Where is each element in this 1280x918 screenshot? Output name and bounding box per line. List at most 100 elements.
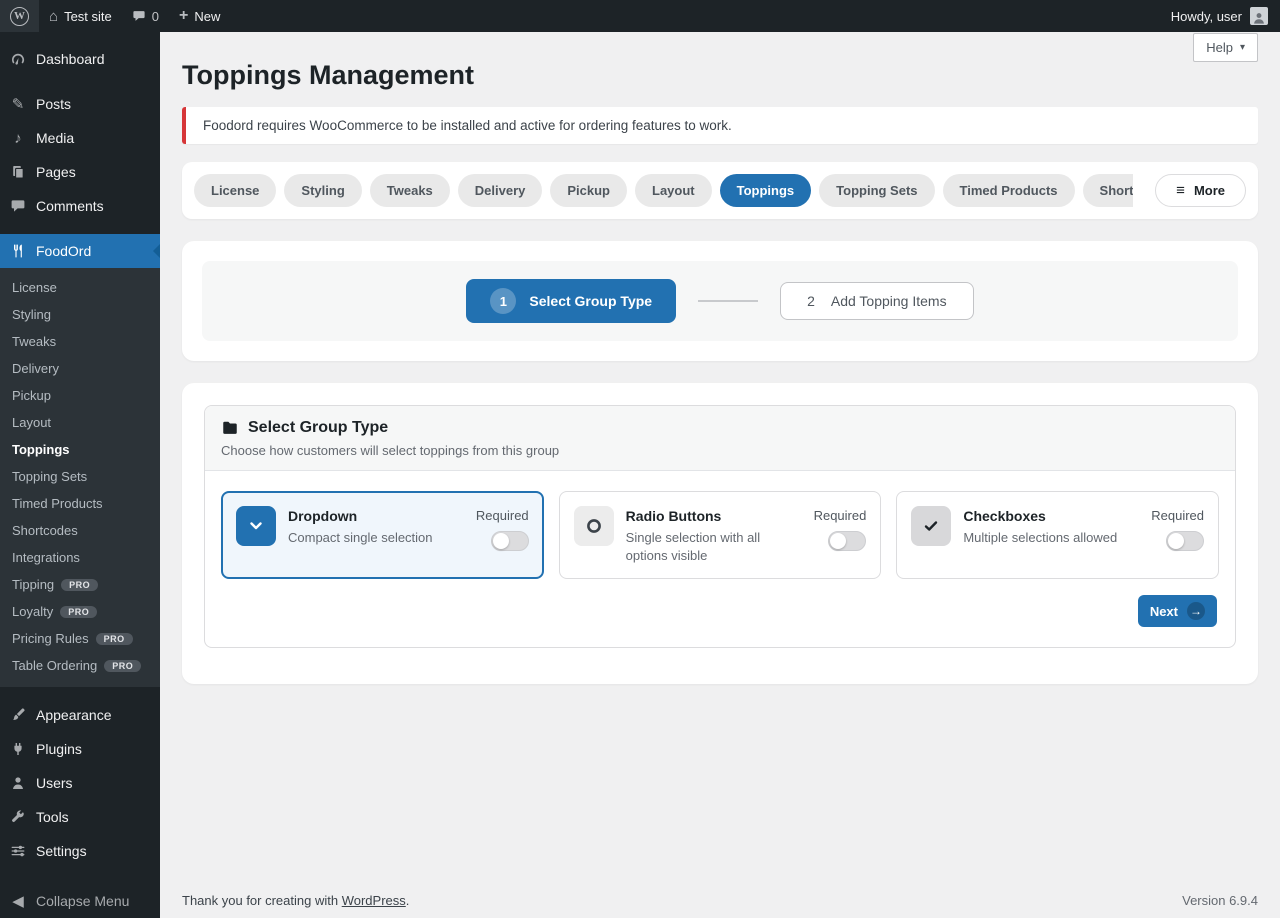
step-select-group-type[interactable]: 1 Select Group Type (466, 279, 676, 323)
submenu-item-tweaks[interactable]: Tweaks (0, 328, 160, 355)
wordpress-link[interactable]: WordPress (342, 893, 406, 908)
sidebar-item-dashboard[interactable]: Dashboard (0, 42, 160, 76)
sidebar-item-label: Tools (36, 809, 69, 825)
option-dropdown[interactable]: Dropdown Compact single selection Requir… (221, 491, 544, 579)
dropdown-chevron-icon (236, 506, 276, 546)
radio-circle-icon (574, 506, 614, 546)
next-button[interactable]: Next → (1138, 595, 1217, 627)
required-label: Required (476, 508, 529, 523)
submenu-item-toppings[interactable]: Toppings (0, 436, 160, 463)
tab-tweaks[interactable]: Tweaks (370, 174, 450, 207)
tab-layout[interactable]: Layout (635, 174, 712, 207)
sidebar-item-pages[interactable]: Pages (0, 155, 160, 189)
tab-toppings[interactable]: Toppings (720, 174, 812, 207)
submenu-item-pricing-rules[interactable]: Pricing RulesPRO (0, 625, 160, 652)
plugins-icon (8, 741, 28, 757)
submenu-item-table-ordering[interactable]: Table OrderingPRO (0, 652, 160, 679)
arrow-right-icon: → (1187, 602, 1205, 620)
sidebar-item-settings[interactable]: Settings (0, 834, 160, 868)
tab-topping-sets[interactable]: Topping Sets (819, 174, 934, 207)
submenu-item-delivery[interactable]: Delivery (0, 355, 160, 382)
option-description: Compact single selection (288, 529, 464, 547)
howdy-label: Howdy, user (1171, 9, 1242, 24)
submenu-item-timed-products[interactable]: Timed Products (0, 490, 160, 517)
option-radio-buttons[interactable]: Radio Buttons Single selection with all … (559, 491, 882, 579)
next-label: Next (1150, 604, 1178, 619)
tools-icon (8, 809, 28, 825)
sidebar-item-label: Pages (36, 164, 76, 180)
sidebar-item-foodord[interactable]: FoodOrd (0, 234, 160, 268)
sidebar-item-label: FoodOrd (36, 243, 91, 259)
site-name-link[interactable]: ⌂ Test site (39, 0, 122, 32)
tab-license[interactable]: License (194, 174, 276, 207)
step-connector (698, 300, 758, 302)
sidebar-item-label: Plugins (36, 741, 82, 757)
sidebar-item-comments[interactable]: Comments (0, 189, 160, 223)
submenu-item-loyalty[interactable]: LoyaltyPRO (0, 598, 160, 625)
submenu-item-tipping[interactable]: TippingPRO (0, 571, 160, 598)
wordpress-menu-button[interactable]: W (0, 0, 39, 32)
version-label: Version 6.9.4 (1182, 893, 1258, 908)
pro-badge: PRO (96, 633, 133, 645)
submenu-item-integrations[interactable]: Integrations (0, 544, 160, 571)
group-type-card: Select Group Type Choose how customers w… (182, 383, 1258, 684)
option-description: Multiple selections allowed (963, 529, 1139, 547)
section-header: Select Group Type Choose how customers w… (205, 406, 1235, 471)
option-title: Checkboxes (963, 508, 1139, 524)
sidebar-item-plugins[interactable]: Plugins (0, 732, 160, 766)
sidebar-item-appearance[interactable]: Appearance (0, 698, 160, 732)
pro-badge: PRO (60, 606, 97, 618)
posts-icon: ✎ (8, 97, 28, 112)
sidebar-item-posts[interactable]: ✎ Posts (0, 87, 160, 121)
step-add-topping-items[interactable]: 2 Add Topping Items (780, 282, 974, 320)
required-toggle[interactable] (1166, 531, 1204, 551)
notice-text: Foodord requires WooCommerce to be insta… (203, 118, 732, 133)
option-description: Single selection with all options visibl… (626, 529, 802, 564)
tab-timed-products[interactable]: Timed Products (943, 174, 1075, 207)
submenu-item-pickup[interactable]: Pickup (0, 382, 160, 409)
foodord-icon (8, 243, 28, 259)
sidebar-item-tools[interactable]: Tools (0, 800, 160, 834)
sidebar-item-label: Appearance (36, 707, 112, 723)
plus-icon: + (179, 8, 188, 24)
sidebar-item-label: Settings (36, 843, 87, 859)
hamburger-icon: ≡ (1176, 183, 1185, 198)
new-content-button[interactable]: + New (169, 0, 230, 32)
tab-pickup[interactable]: Pickup (550, 174, 627, 207)
foodord-submenu: License Styling Tweaks Delivery Pickup L… (0, 268, 160, 687)
option-title: Radio Buttons (626, 508, 802, 524)
section-subtitle: Choose how customers will select topping… (221, 443, 1219, 458)
sidebar-item-media[interactable]: ♪ Media (0, 121, 160, 155)
sidebar-item-label: Users (36, 775, 73, 791)
avatar (1250, 7, 1268, 25)
comments-admin-bar-link[interactable]: 0 (122, 0, 169, 32)
submenu-item-topping-sets[interactable]: Topping Sets (0, 463, 160, 490)
pro-badge: PRO (104, 660, 141, 672)
user-silhouette-icon (1252, 11, 1266, 25)
submenu-item-styling[interactable]: Styling (0, 301, 160, 328)
comment-count: 0 (152, 9, 159, 24)
sidebar-item-label: Comments (36, 198, 104, 214)
required-toggle[interactable] (828, 531, 866, 551)
submenu-item-shortcodes[interactable]: Shortcodes (0, 517, 160, 544)
section-title: Select Group Type (248, 419, 388, 437)
submenu-item-layout[interactable]: Layout (0, 409, 160, 436)
collapse-menu[interactable]: ◀ Collapse Menu (0, 884, 160, 918)
more-tabs-area: ≡ More (1133, 162, 1258, 219)
required-label: Required (1151, 508, 1204, 523)
more-label: More (1194, 183, 1225, 198)
folder-icon (221, 419, 239, 437)
more-tabs-button[interactable]: ≡ More (1155, 174, 1246, 207)
option-checkboxes[interactable]: Checkboxes Multiple selections allowed R… (896, 491, 1219, 579)
menu-separator (0, 79, 160, 84)
pro-badge: PRO (61, 579, 98, 591)
required-toggle[interactable] (491, 531, 529, 551)
tab-delivery[interactable]: Delivery (458, 174, 543, 207)
account-menu[interactable]: Howdy, user (1159, 0, 1280, 32)
tab-styling[interactable]: Styling (284, 174, 361, 207)
new-label: New (194, 9, 220, 24)
settings-tab-bar: License Styling Tweaks Delivery Pickup L… (182, 162, 1258, 219)
admin-bar: W ⌂ Test site 0 + New Howdy, user (0, 0, 1280, 32)
submenu-item-license[interactable]: License (0, 274, 160, 301)
sidebar-item-users[interactable]: Users (0, 766, 160, 800)
